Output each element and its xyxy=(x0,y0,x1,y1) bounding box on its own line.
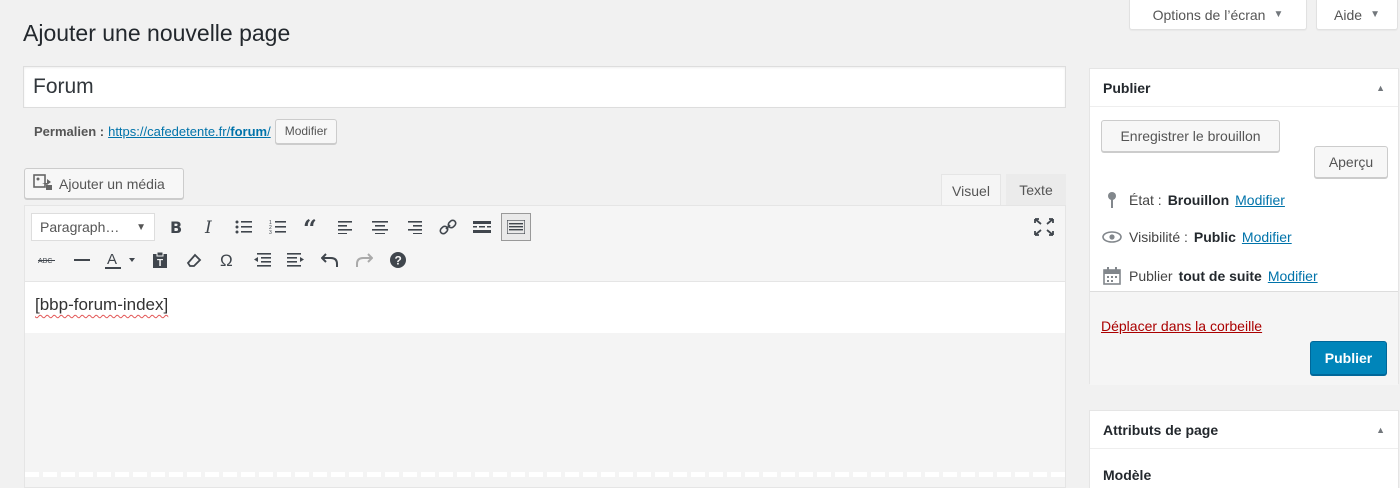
bold-icon[interactable]: B xyxy=(159,212,193,242)
strikethrough-icon[interactable]: ABC xyxy=(31,245,65,275)
edit-schedule-link[interactable]: Modifier xyxy=(1268,268,1318,284)
special-character-icon[interactable]: Ω xyxy=(211,245,245,275)
media-icon xyxy=(33,173,53,194)
status-row: État : Brouillon Modifier xyxy=(1101,191,1285,209)
schedule-value: tout de suite xyxy=(1178,268,1262,284)
tab-text[interactable]: Texte xyxy=(1006,174,1066,206)
move-to-trash-link[interactable]: Déplacer dans la corbeille xyxy=(1101,318,1262,334)
toolbar-toggle-icon[interactable] xyxy=(501,213,531,241)
collapse-arrow-icon[interactable]: ▲ xyxy=(1376,83,1385,93)
italic-icon[interactable]: I xyxy=(193,212,227,242)
svg-text:?: ? xyxy=(395,254,402,268)
align-left-icon[interactable] xyxy=(329,212,363,242)
svg-text:ABC: ABC xyxy=(38,258,52,265)
eye-icon xyxy=(1101,231,1123,243)
undo-icon[interactable] xyxy=(313,245,347,275)
fullscreen-icon[interactable] xyxy=(1031,214,1057,240)
svg-text:“: “ xyxy=(303,219,317,235)
schedule-label: Publier xyxy=(1129,268,1173,284)
collapse-arrow-icon[interactable]: ▲ xyxy=(1376,425,1385,435)
read-more-icon[interactable] xyxy=(465,212,499,242)
permalink-row: Permalien : https://cafedetente.fr/forum… xyxy=(34,118,338,144)
page-attributes-header[interactable]: Attributs de page ▲ xyxy=(1090,411,1398,449)
numbered-list-icon[interactable]: 123 xyxy=(261,212,295,242)
save-draft-button[interactable]: Enregistrer le brouillon xyxy=(1101,120,1280,152)
editor-content[interactable]: [bbp-forum-index] xyxy=(25,282,1065,333)
status-value: Brouillon xyxy=(1167,192,1230,208)
screen-options-button[interactable]: Options de l’écran ▼ xyxy=(1129,0,1307,30)
blockquote-icon[interactable]: “ xyxy=(295,212,329,242)
svg-text:A: A xyxy=(107,251,117,268)
tab-visual[interactable]: Visuel xyxy=(941,174,1001,206)
pin-icon xyxy=(1101,191,1123,209)
help-label: Aide xyxy=(1334,6,1363,23)
editor-content-area[interactable] xyxy=(25,333,1065,487)
help-button[interactable]: Aide ▼ xyxy=(1316,0,1398,30)
clear-formatting-icon[interactable] xyxy=(177,245,211,275)
page-attributes-title: Attributs de page xyxy=(1103,421,1219,438)
visibility-row: Visibilité : Public Modifier xyxy=(1101,229,1292,245)
schedule-row: Publier tout de suite Modifier xyxy=(1101,267,1318,285)
align-center-icon[interactable] xyxy=(363,212,397,242)
caret-down-icon: ▼ xyxy=(1273,9,1284,20)
caret-down-icon: ▼ xyxy=(1370,9,1380,20)
link-icon[interactable] xyxy=(431,212,465,242)
publish-button[interactable]: Publier xyxy=(1310,341,1387,375)
publish-box: Publier ▲ Enregistrer le brouillon Aperç… xyxy=(1089,68,1399,385)
publish-box-title: Publier xyxy=(1103,79,1151,96)
svg-text:Ω: Ω xyxy=(220,252,233,268)
format-select[interactable]: Paragraph… ▼ xyxy=(31,213,155,241)
edit-visibility-link[interactable]: Modifier xyxy=(1242,229,1292,245)
post-title-input[interactable]: Forum xyxy=(23,66,1066,108)
add-media-button[interactable]: Ajouter un média xyxy=(24,168,184,199)
text-color-icon[interactable]: A xyxy=(99,245,143,275)
status-label: État : xyxy=(1129,192,1162,208)
bullet-list-icon[interactable] xyxy=(227,212,261,242)
horizontal-line-icon[interactable] xyxy=(65,245,99,275)
paste-text-icon[interactable]: T xyxy=(143,245,177,275)
page-attributes-box: Attributs de page ▲ Modèle xyxy=(1089,410,1399,488)
indent-icon[interactable] xyxy=(279,245,313,275)
format-select-value: Paragraph… xyxy=(40,219,120,235)
publish-box-header[interactable]: Publier ▲ xyxy=(1090,69,1398,107)
permalink-label: Permalien : xyxy=(34,123,105,139)
edit-status-link[interactable]: Modifier xyxy=(1235,192,1285,208)
edit-permalink-button[interactable]: Modifier xyxy=(274,118,338,144)
editor-toolbar: Paragraph… ▼ B I 123 “ ABC A T Ω ? xyxy=(25,206,1065,282)
help-icon[interactable]: ? xyxy=(381,245,415,275)
editor: Paragraph… ▼ B I 123 “ ABC A T Ω ? [bbp-… xyxy=(24,205,1066,488)
add-media-label: Ajouter un média xyxy=(59,175,165,192)
visibility-label: Visibilité : xyxy=(1129,229,1188,245)
svg-text:T: T xyxy=(157,258,163,269)
caret-down-icon: ▼ xyxy=(136,221,146,233)
calendar-icon xyxy=(1101,267,1123,285)
template-label: Modèle xyxy=(1103,467,1152,483)
permalink-url[interactable]: https://cafedetente.fr/forum/ xyxy=(108,124,271,139)
redo-icon[interactable] xyxy=(347,245,381,275)
svg-text:I: I xyxy=(204,219,212,235)
svg-text:3: 3 xyxy=(269,230,272,235)
publish-actions: Déplacer dans la corbeille Publier xyxy=(1090,291,1398,385)
shortcode-text: [bbp-forum-index] xyxy=(35,295,169,314)
outdent-icon[interactable] xyxy=(245,245,279,275)
visibility-value: Public xyxy=(1193,229,1236,245)
align-right-icon[interactable] xyxy=(397,212,431,242)
page-title: Ajouter une nouvelle page xyxy=(23,20,291,46)
svg-text:B: B xyxy=(170,219,182,235)
preview-button[interactable]: Aperçu xyxy=(1314,146,1388,178)
screen-options-label: Options de l’écran xyxy=(1152,6,1266,23)
